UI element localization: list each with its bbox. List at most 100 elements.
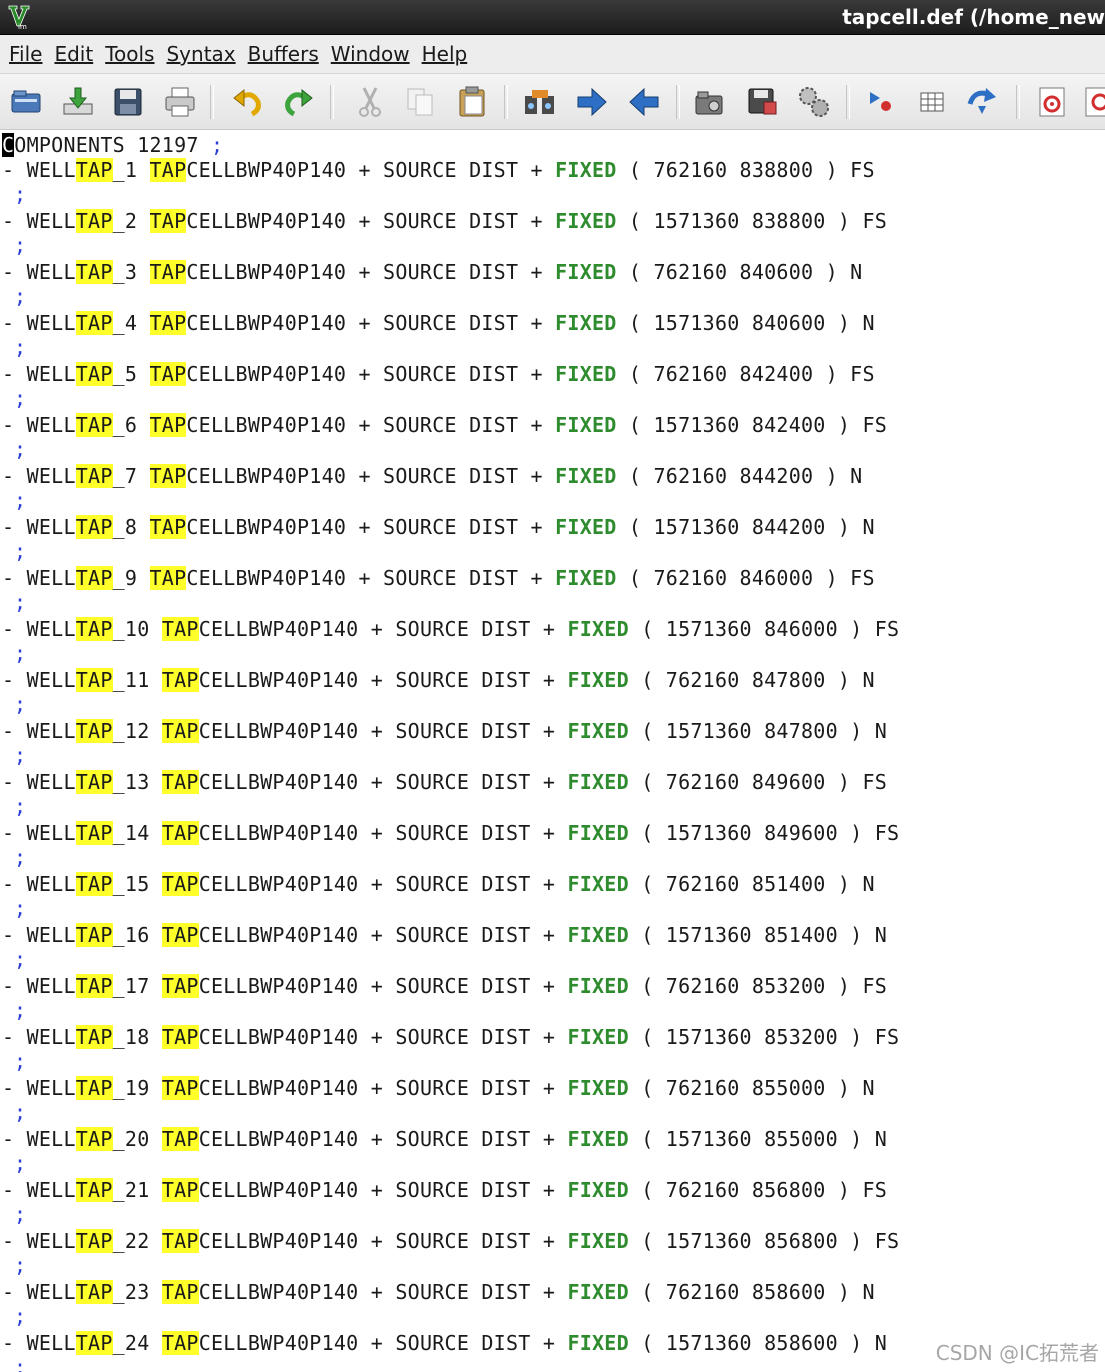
redo-icon[interactable]: [280, 84, 316, 120]
fixed-keyword: FIXED: [555, 362, 617, 386]
jump-tag-icon[interactable]: [964, 84, 1000, 120]
row-terminator: ;: [2, 895, 26, 921]
paren-close: ): [813, 464, 851, 488]
menu-mnemonic: Buffers: [247, 42, 319, 66]
component-row[interactable]: - WELLTAP_1 TAPCELLBWP40P140 + SOURCE DI…: [2, 157, 875, 183]
title-bar: im tapcell.def (/home_new: [0, 0, 1105, 35]
instance-number: 12: [124, 719, 150, 743]
paren-close: ): [813, 260, 851, 284]
component-row[interactable]: - WELLTAP_6 TAPCELLBWP40P140 + SOURCE DI…: [2, 412, 887, 438]
menu-syntax[interactable]: Syntax: [166, 42, 235, 66]
component-row[interactable]: - WELLTAP_16 TAPCELLBWP40P140 + SOURCE D…: [2, 922, 887, 948]
table-icon[interactable]: [914, 84, 950, 120]
x-coordinate: 1571360: [653, 209, 740, 233]
paren-close: ): [825, 1076, 863, 1100]
component-row[interactable]: - WELLTAP_17 TAPCELLBWP40P140 + SOURCE D…: [2, 973, 887, 999]
component-row[interactable]: - WELLTAP_12 TAPCELLBWP40P140 + SOURCE D…: [2, 718, 887, 744]
save-icon[interactable]: [110, 84, 146, 120]
menu-window[interactable]: Window: [331, 42, 410, 66]
menu-buffers[interactable]: Buffers: [248, 42, 319, 66]
vim-icon[interactable]: im: [6, 4, 32, 31]
save-session-icon[interactable]: [744, 84, 780, 120]
orientation: FS: [874, 821, 900, 845]
paren-open: (: [628, 668, 666, 692]
menu-help[interactable]: Help: [422, 42, 468, 66]
run-script-icon[interactable]: [796, 84, 832, 120]
component-row[interactable]: - WELLTAP_9 TAPCELLBWP40P140 + SOURCE DI…: [2, 565, 875, 591]
copy-icon[interactable]: [402, 84, 438, 120]
open-icon[interactable]: [8, 84, 44, 120]
component-row[interactable]: - WELLTAP_13 TAPCELLBWP40P140 + SOURCE D…: [2, 769, 887, 795]
paren-close: ): [825, 1280, 863, 1304]
cell-name-suffix: CELLBWP40P140: [198, 719, 359, 743]
component-row[interactable]: - WELLTAP_15 TAPCELLBWP40P140 + SOURCE D…: [2, 871, 875, 897]
component-row[interactable]: - WELLTAP_7 TAPCELLBWP40P140 + SOURCE DI…: [2, 463, 862, 489]
component-row[interactable]: - WELLTAP_18 TAPCELLBWP40P140 + SOURCE D…: [2, 1024, 899, 1050]
paren-open: (: [628, 974, 666, 998]
underscore: _: [112, 1076, 125, 1100]
cut-icon[interactable]: [352, 84, 388, 120]
header-line: COMPONENTS 12197 ;: [2, 132, 223, 158]
y-coordinate: 858600: [751, 1280, 826, 1304]
semicolon: ;: [14, 590, 27, 614]
search-highlight: TAP: [161, 1331, 199, 1355]
component-row[interactable]: - WELLTAP_11 TAPCELLBWP40P140 + SOURCE D…: [2, 667, 875, 693]
cell-name-suffix: CELLBWP40P140: [198, 668, 359, 692]
load-session-icon[interactable]: [692, 84, 728, 120]
menu-edit[interactable]: Edit: [54, 42, 93, 66]
find-replace-icon[interactable]: [522, 84, 558, 120]
text-editor[interactable]: COMPONENTS 12197 ; - WELLTAP_1 TAPCELLBW…: [0, 130, 1105, 1372]
component-row[interactable]: - WELLTAP_20 TAPCELLBWP40P140 + SOURCE D…: [2, 1126, 887, 1152]
underscore: _: [112, 1331, 125, 1355]
component-row[interactable]: - WELLTAP_8 TAPCELLBWP40P140 + SOURCE DI…: [2, 514, 875, 540]
make-icon[interactable]: [864, 84, 900, 120]
find-help-icon[interactable]: [1084, 84, 1105, 120]
x-coordinate: 762160: [665, 1280, 740, 1304]
component-row[interactable]: - WELLTAP_14 TAPCELLBWP40P140 + SOURCE D…: [2, 820, 899, 846]
help-icon[interactable]: [1034, 84, 1070, 120]
component-row[interactable]: - WELLTAP_5 TAPCELLBWP40P140 + SOURCE DI…: [2, 361, 875, 387]
component-row[interactable]: - WELLTAP_22 TAPCELLBWP40P140 + SOURCE D…: [2, 1228, 899, 1254]
row-terminator: ;: [2, 334, 26, 360]
source-dist: + SOURCE DIST +: [358, 1127, 568, 1151]
component-row[interactable]: - WELLTAP_19 TAPCELLBWP40P140 + SOURCE D…: [2, 1075, 875, 1101]
x-coordinate: 1571360: [665, 1025, 752, 1049]
instance-number: 3: [124, 260, 138, 284]
semicolon: ;: [14, 743, 27, 767]
menu-tools[interactable]: Tools: [105, 42, 154, 66]
paren-open: (: [616, 515, 654, 539]
search-highlight: TAP: [161, 821, 199, 845]
print-icon[interactable]: [162, 84, 198, 120]
undo-icon[interactable]: [230, 84, 266, 120]
instance-number: 20: [124, 1127, 150, 1151]
menu-file[interactable]: File: [9, 42, 42, 66]
menu-mnemonic: File: [9, 42, 43, 66]
paste-icon[interactable]: [454, 84, 490, 120]
save-download-icon[interactable]: [60, 84, 96, 120]
component-row[interactable]: - WELLTAP_23 TAPCELLBWP40P140 + SOURCE D…: [2, 1279, 875, 1305]
search-highlight: TAP: [75, 821, 113, 845]
component-row[interactable]: - WELLTAP_4 TAPCELLBWP40P140 + SOURCE DI…: [2, 310, 875, 336]
row-prefix: - WELL: [2, 362, 76, 386]
component-row[interactable]: - WELLTAP_2 TAPCELLBWP40P140 + SOURCE DI…: [2, 208, 887, 234]
next-arrow-icon[interactable]: [574, 84, 610, 120]
instance-number: 15: [124, 872, 150, 896]
component-row[interactable]: - WELLTAP_21 TAPCELLBWP40P140 + SOURCE D…: [2, 1177, 887, 1203]
prev-arrow-icon[interactable]: [626, 84, 662, 120]
component-row[interactable]: - WELLTAP_10 TAPCELLBWP40P140 + SOURCE D…: [2, 616, 899, 642]
row-prefix: - WELL: [2, 1076, 76, 1100]
row-terminator: ;: [2, 844, 26, 870]
component-row[interactable]: - WELLTAP_24 TAPCELLBWP40P140 + SOURCE D…: [2, 1330, 887, 1356]
component-row[interactable]: - WELLTAP_3 TAPCELLBWP40P140 + SOURCE DI…: [2, 259, 862, 285]
row-prefix: - WELL: [2, 413, 76, 437]
paren-open: (: [616, 362, 654, 386]
search-highlight: TAP: [149, 311, 187, 335]
fixed-keyword: FIXED: [567, 617, 629, 641]
paren-close: ): [825, 413, 863, 437]
